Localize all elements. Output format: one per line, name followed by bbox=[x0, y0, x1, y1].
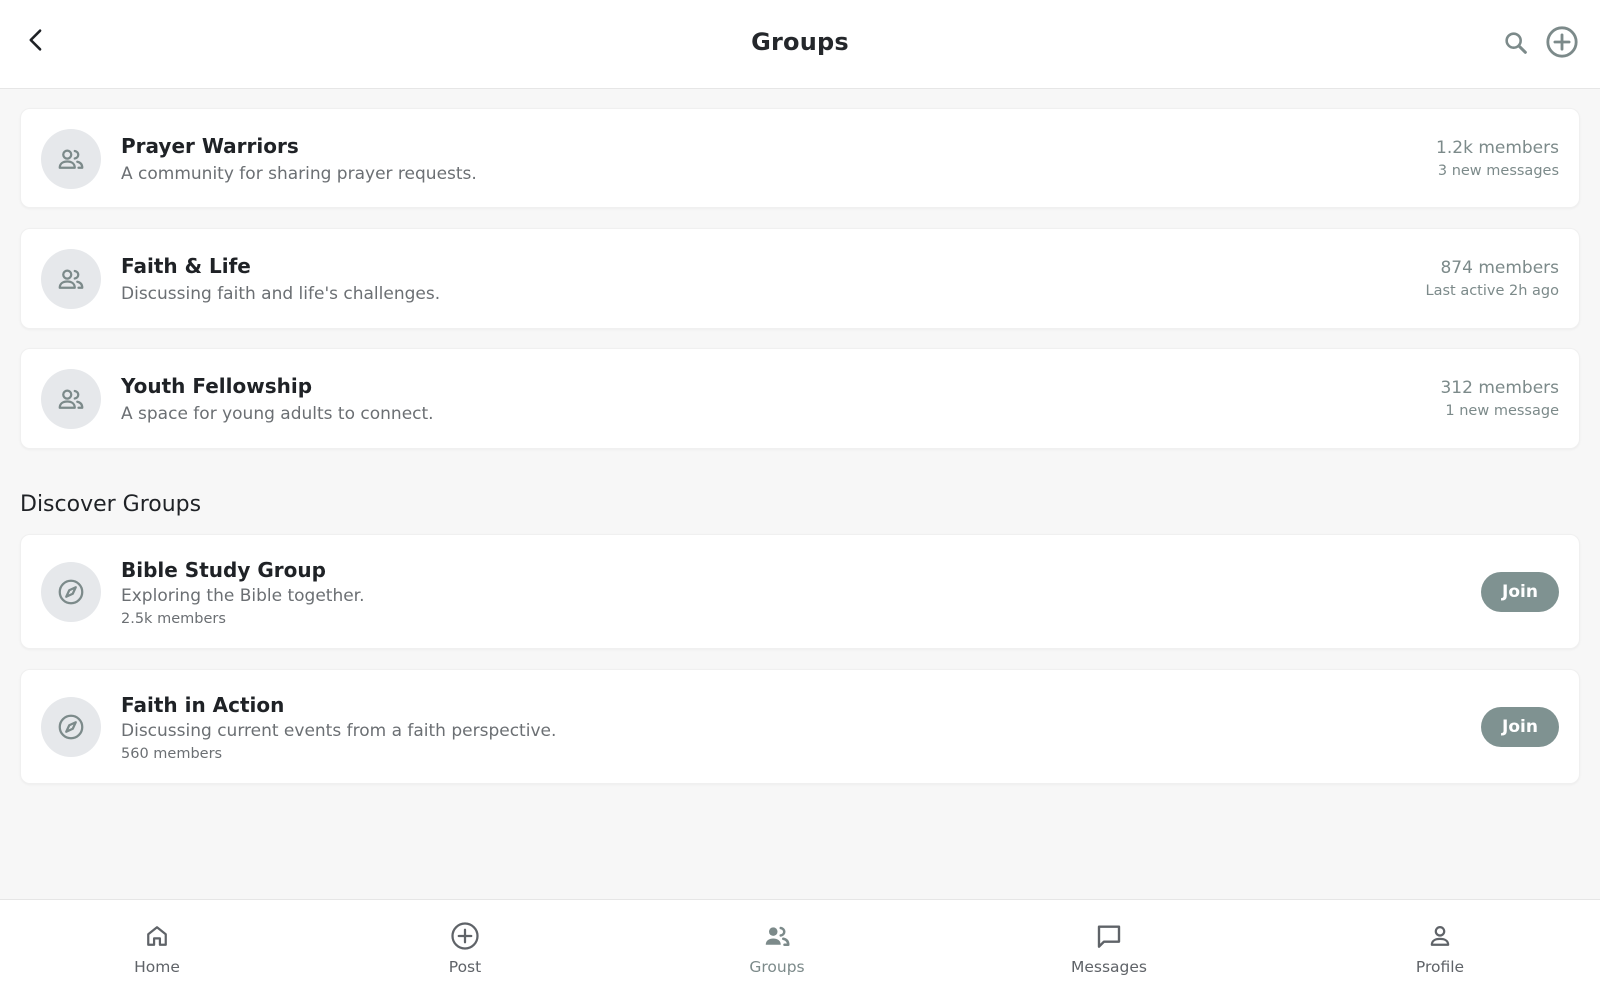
top-app-bar: Groups bbox=[0, 0, 1600, 89]
section-title-discover: Discover Groups bbox=[20, 492, 202, 517]
group-status: 1 new message bbox=[1445, 403, 1559, 419]
group-card[interactable]: Faith & Life Discussing faith and life's… bbox=[20, 228, 1580, 329]
group-description: A space for young adults to connect. bbox=[121, 404, 434, 424]
create-group-button[interactable] bbox=[1544, 24, 1580, 60]
nav-item-groups[interactable]: Groups bbox=[717, 920, 837, 976]
group-name: Prayer Warriors bbox=[121, 134, 299, 158]
group-avatar bbox=[41, 369, 101, 429]
group-avatar bbox=[41, 249, 101, 309]
compass-icon bbox=[58, 714, 84, 740]
group-name: Bible Study Group bbox=[121, 558, 326, 582]
nav-item-post[interactable]: Post bbox=[405, 920, 525, 976]
add-circle-icon bbox=[451, 922, 479, 950]
home-icon bbox=[147, 926, 167, 946]
nav-label: Groups bbox=[749, 958, 805, 976]
group-avatar bbox=[41, 129, 101, 189]
bottom-navigation: Home Post Groups Messages Profile bbox=[0, 899, 1600, 1000]
group-card[interactable]: Prayer Warriors A community for sharing … bbox=[20, 108, 1580, 208]
group-description: Discussing faith and life's challenges. bbox=[121, 284, 441, 304]
compass-icon bbox=[58, 579, 84, 605]
group-member-count: 560 members bbox=[121, 746, 223, 762]
join-button[interactable]: Join bbox=[1481, 707, 1559, 747]
group-icon bbox=[765, 926, 790, 946]
group-member-count: 312 members bbox=[1440, 378, 1559, 398]
group-avatar bbox=[41, 697, 101, 757]
group-name: Faith & Life bbox=[121, 254, 251, 278]
group-description: Discussing current events from a faith p… bbox=[121, 721, 557, 741]
group-name: Faith in Action bbox=[121, 693, 285, 717]
group-status: 3 new messages bbox=[1437, 163, 1559, 179]
group-description: A community for sharing prayer requests. bbox=[121, 164, 477, 184]
nav-label: Messages bbox=[1070, 958, 1147, 976]
person-icon bbox=[1430, 926, 1450, 946]
group-icon bbox=[58, 149, 84, 169]
group-avatar bbox=[41, 562, 101, 622]
discover-group-card[interactable]: Faith in Action Discussing current event… bbox=[20, 669, 1580, 784]
group-member-count: 2.5k members bbox=[121, 611, 226, 627]
group-status: Last active 2h ago bbox=[1425, 283, 1559, 299]
page-title: Groups bbox=[751, 28, 849, 56]
group-member-count: 874 members bbox=[1440, 258, 1559, 278]
nav-label: Post bbox=[448, 958, 482, 976]
group-member-count: 1.2k members bbox=[1436, 138, 1559, 158]
nav-item-profile[interactable]: Profile bbox=[1380, 920, 1500, 976]
group-icon bbox=[58, 269, 84, 289]
join-button[interactable]: Join bbox=[1481, 572, 1559, 612]
nav-item-messages[interactable]: Messages bbox=[1049, 920, 1169, 976]
group-icon bbox=[58, 389, 84, 409]
nav-label: Profile bbox=[1415, 958, 1465, 976]
group-card[interactable]: Youth Fellowship A space for young adult… bbox=[20, 348, 1580, 449]
group-name: Youth Fellowship bbox=[121, 374, 313, 398]
search-button[interactable] bbox=[1500, 27, 1532, 59]
nav-label: Home bbox=[134, 958, 180, 976]
chat-icon bbox=[1097, 925, 1121, 948]
groups-screen: Groups Prayer Warriors A community for s… bbox=[0, 0, 1600, 1000]
search-icon bbox=[1505, 32, 1527, 54]
nav-item-home[interactable]: Home bbox=[97, 920, 217, 976]
group-description: Exploring the Bible together. bbox=[121, 586, 365, 606]
discover-group-card[interactable]: Bible Study Group Exploring the Bible to… bbox=[20, 534, 1580, 649]
add-circle-icon bbox=[1546, 26, 1578, 58]
